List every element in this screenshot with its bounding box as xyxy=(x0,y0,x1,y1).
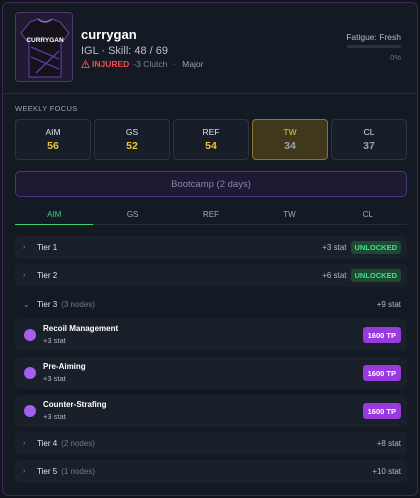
separator-dot: · xyxy=(173,59,177,69)
tier-stat: +10 stat xyxy=(372,467,401,476)
player-role-skill: IGL · Skill: 48 / 69 xyxy=(81,45,169,57)
status-line: INJURED -3 Clutch · Major xyxy=(81,59,203,69)
tier-name: Tier 1 xyxy=(37,243,58,252)
focus-aim[interactable]: AIM 56 xyxy=(15,119,91,160)
player-header: CURRYGAN currygan IGL · Skill: 48 / 69 I… xyxy=(15,12,407,84)
focus-name: AIM xyxy=(45,127,61,137)
tab-aim[interactable]: AIM xyxy=(15,208,94,225)
player-name: currygan xyxy=(81,27,137,42)
tier-stat: +6 stat xyxy=(322,271,347,280)
focus-value: 54 xyxy=(205,140,217,152)
tier-1-row[interactable]: › Tier 1 +3 stat UNLOCKED xyxy=(15,236,407,259)
unlocked-badge: UNLOCKED xyxy=(350,241,401,254)
player-avatar: CURRYGAN xyxy=(15,12,73,82)
node-name: Recoil Management xyxy=(43,324,119,333)
node-name: Pre-Aiming xyxy=(43,362,86,371)
tier-summary: +6 stat UNLOCKED xyxy=(322,269,401,282)
tier-5-row[interactable]: › Tier 5 (1 nodes) +10 stat xyxy=(15,460,407,483)
player-tier: Major xyxy=(182,59,204,69)
node-status-dot xyxy=(24,329,36,341)
tier-title: Tier 5 xyxy=(37,467,58,476)
focus-cl[interactable]: CL 37 xyxy=(331,119,407,160)
tier-node-count: (3 nodes) xyxy=(61,299,95,309)
tier-summary: +8 stat xyxy=(377,439,401,448)
tier-stat: +8 stat xyxy=(376,439,401,448)
skill-node: Recoil Management +3 stat 1600 TP xyxy=(15,319,407,351)
skill-node: Counter-Strafing +3 stat 1600 TP xyxy=(15,395,407,427)
focus-name: CL xyxy=(363,127,375,137)
stat-tabs: AIM GS REF TW CL xyxy=(15,208,407,225)
buy-node-button[interactable]: 1600 TP xyxy=(362,327,401,343)
buy-node-button[interactable]: 1600 TP xyxy=(362,365,401,381)
tier-node-count: (2 nodes) xyxy=(61,439,95,448)
focus-name: TW xyxy=(283,127,297,137)
tier-3-row[interactable]: ⌄ Tier 3 (3 nodes) +9 stat xyxy=(15,294,407,314)
fatigue-label: Fatigue: Fresh xyxy=(346,32,401,42)
buy-node-button[interactable]: 1600 TP xyxy=(362,403,401,419)
chevron-right-icon: › xyxy=(23,272,26,279)
node-status-dot xyxy=(24,405,36,417)
chevron-right-icon: › xyxy=(23,440,26,447)
tier-stat: +3 stat xyxy=(322,243,347,252)
node-stat: +3 stat xyxy=(43,374,66,383)
fatigue-percent: 0% xyxy=(390,53,401,62)
tier-node-count: (1 nodes) xyxy=(61,467,95,476)
tier-name: Tier 4 (2 nodes) xyxy=(37,439,95,448)
tier-summary: +9 stat xyxy=(377,300,401,309)
tier-2-row[interactable]: › Tier 2 +6 stat UNLOCKED xyxy=(15,264,407,287)
unlocked-badge: UNLOCKED xyxy=(350,269,401,282)
tab-ref[interactable]: REF xyxy=(172,208,250,224)
tier-stat: +9 stat xyxy=(376,299,401,309)
tab-tw[interactable]: TW xyxy=(250,208,328,224)
skill-node: Pre-Aiming +3 stat 1600 TP xyxy=(15,357,407,389)
focus-gs[interactable]: GS 52 xyxy=(94,119,170,160)
tier-4-row[interactable]: › Tier 4 (2 nodes) +8 stat xyxy=(15,432,407,455)
injured-label: INJURED xyxy=(92,59,130,69)
chevron-right-icon: › xyxy=(23,244,26,251)
node-stat: +3 stat xyxy=(43,336,66,345)
tab-gs[interactable]: GS xyxy=(93,208,171,224)
tier-title: Tier 3 xyxy=(37,299,58,309)
node-name: Counter-Strafing xyxy=(43,400,107,409)
tier-summary: +3 stat UNLOCKED xyxy=(322,241,401,254)
node-stat: +3 stat xyxy=(43,412,66,421)
focus-tw[interactable]: TW 34 xyxy=(252,119,328,160)
fatigue-bar xyxy=(347,45,401,48)
tier-name: Tier 3 (3 nodes) xyxy=(37,300,95,309)
weekly-focus-label: WEEKLY FOCUS xyxy=(15,104,78,113)
tier-name: Tier 2 xyxy=(37,271,58,280)
focus-ref[interactable]: REF 54 xyxy=(173,119,249,160)
tier-name: Tier 5 (1 nodes) xyxy=(37,467,95,476)
injury-penalty: -3 Clutch xyxy=(133,59,168,69)
jersey-image: CURRYGAN xyxy=(16,13,72,81)
focus-value: 37 xyxy=(363,140,375,152)
tab-cl[interactable]: CL xyxy=(329,208,407,224)
focus-value: 34 xyxy=(284,140,296,152)
chevron-right-icon: › xyxy=(23,468,26,475)
focus-value: 52 xyxy=(126,140,138,152)
injured-status: INJURED xyxy=(81,59,129,69)
jersey-text: CURRYGAN xyxy=(26,37,64,44)
focus-value: 56 xyxy=(47,140,59,152)
tier-title: Tier 4 xyxy=(37,439,58,448)
chevron-down-icon: ⌄ xyxy=(23,299,30,309)
bootcamp-button[interactable]: Bootcamp (2 days) xyxy=(15,171,407,197)
player-card: CURRYGAN currygan IGL · Skill: 48 / 69 I… xyxy=(2,2,418,496)
focus-name: REF xyxy=(202,127,220,137)
focus-name: GS xyxy=(125,127,139,137)
tier-summary: +10 stat xyxy=(372,467,401,476)
node-status-dot xyxy=(24,367,36,379)
header-divider xyxy=(3,93,417,94)
weekly-focus-row: AIM 56 GS 52 REF 54 TW 34 CL 37 xyxy=(15,119,407,160)
warning-icon xyxy=(81,60,90,68)
